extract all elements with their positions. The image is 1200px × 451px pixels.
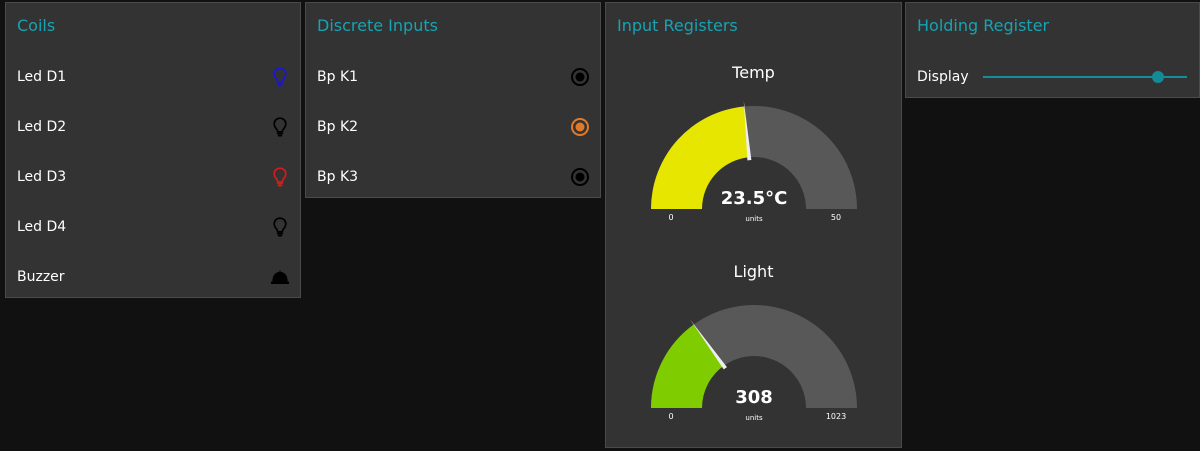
bell-icon[interactable] [269,266,291,288]
input-label: Bp K2 [317,119,359,135]
gauge-max-label: 1023 [826,412,846,421]
lightbulb-icon[interactable] [269,216,291,238]
lightbulb-icon[interactable] [269,166,291,188]
gauge-min-label: 0 [668,412,673,421]
gauge-title: Temp [732,63,775,82]
lightbulb-icon[interactable] [269,116,291,138]
coil-row-buzzer[interactable]: Buzzer [6,252,300,302]
discrete-inputs-card: Discrete Inputs Bp K1 Bp K2 Bp K3 [305,2,601,198]
coil-row-led-d4[interactable]: Led D4 [6,202,300,252]
coil-row-led-d2[interactable]: Led D2 [6,102,300,152]
coil-row-led-d1[interactable]: Led D1 [6,52,300,102]
gauge-title: Light [733,262,774,281]
display-slider-thumb[interactable] [1152,71,1165,83]
input-row-bp-k2: Bp K2 [306,102,600,152]
discrete-inputs-title: Discrete Inputs [317,16,438,35]
radio-button-icon [569,166,591,188]
holding-register-card: Holding Register Display [905,2,1200,98]
input-row-bp-k1: Bp K1 [306,52,600,102]
gauge-value: 23.5°C [721,188,788,209]
coils-title: Coils [17,16,56,35]
input-label: Bp K1 [317,69,359,85]
light-gauge: 308 units 0 1023 [651,305,857,422]
coil-label: Led D1 [17,69,67,85]
lightbulb-icon[interactable] [269,66,291,88]
coil-row-led-d3[interactable]: Led D3 [6,152,300,202]
gauge-units: units [745,215,763,223]
slider-label: Display [917,69,969,85]
gauge-max-label: 50 [831,213,841,222]
gauge-value: 308 [735,387,773,408]
input-registers-card: Input Registers Temp 23.5°C units 0 50 L… [605,2,902,448]
gauge-units: units [745,414,763,422]
input-label: Bp K3 [317,169,359,185]
radio-button-icon [569,66,591,88]
radio-button-icon [569,116,591,138]
coils-card: Coils Led D1 Led D2 Led D3 Led D4 Buzzer [5,2,301,298]
input-registers-title: Input Registers [617,16,738,35]
coil-label: Led D2 [17,119,67,135]
input-row-bp-k3: Bp K3 [306,152,600,202]
coil-label: Led D3 [17,169,67,185]
temp-gauge: 23.5°C units 0 50 [651,100,857,223]
coil-label: Led D4 [17,219,67,235]
holding-register-title: Holding Register [917,16,1050,35]
gauge-min-label: 0 [668,213,673,222]
coil-label: Buzzer [17,269,65,285]
